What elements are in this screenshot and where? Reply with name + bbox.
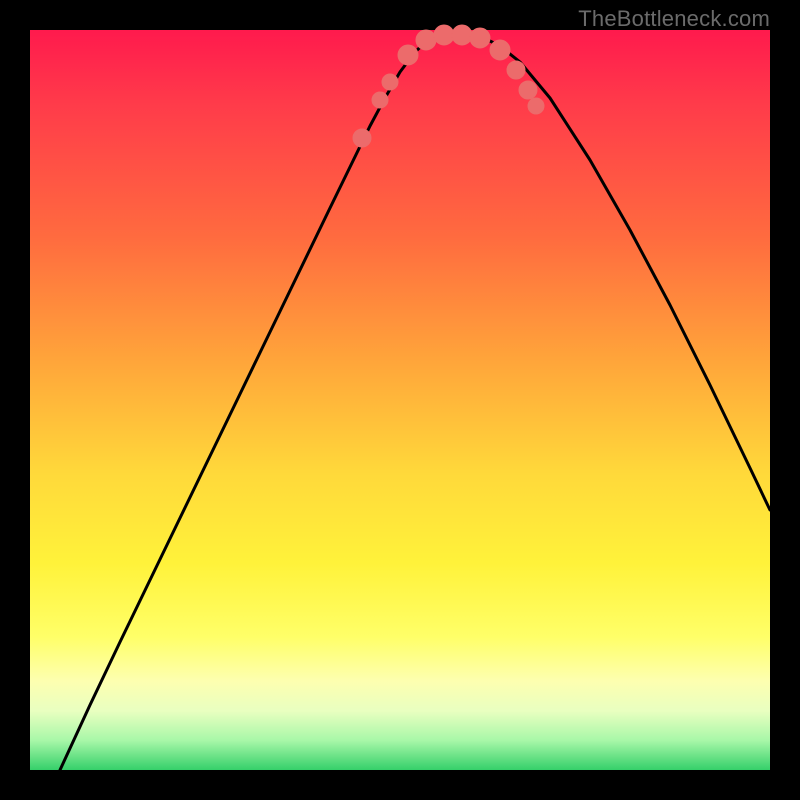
curve-marker [382, 74, 398, 90]
plot-area [30, 30, 770, 770]
curve-marker [470, 28, 490, 48]
curve-marker [353, 129, 371, 147]
curve-marker [398, 45, 418, 65]
chart-frame: TheBottleneck.com [0, 0, 800, 800]
curve-marker [528, 98, 544, 114]
curve-marker [434, 25, 454, 45]
curve-marker [490, 40, 510, 60]
curve-markers [353, 25, 544, 147]
attribution-text: TheBottleneck.com [578, 6, 770, 32]
curve-marker [416, 30, 436, 50]
curve-svg [30, 30, 770, 770]
curve-marker [372, 92, 388, 108]
curve-marker [452, 25, 472, 45]
curve-marker [519, 81, 537, 99]
curve-marker [507, 61, 525, 79]
bottleneck-curve [60, 33, 770, 770]
